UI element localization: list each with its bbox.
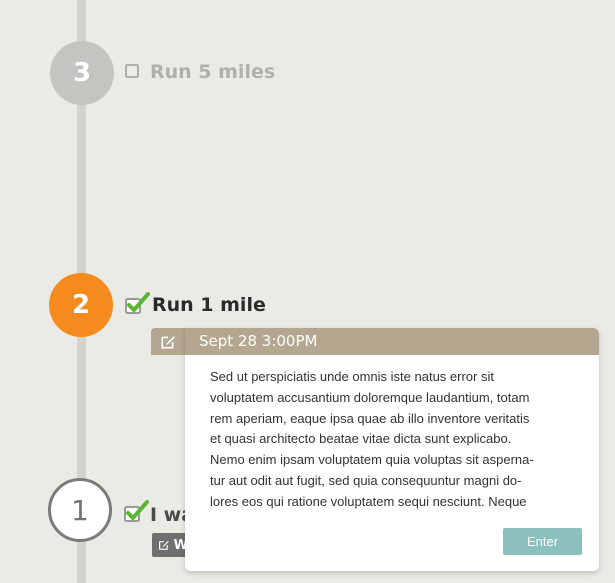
step-1-number: 1 — [71, 493, 89, 527]
edit-icon — [159, 540, 169, 550]
task-1-entry-tag[interactable]: W — [152, 533, 188, 557]
step-2-circle: 2 — [49, 273, 113, 337]
enter-button[interactable]: Enter — [503, 528, 582, 555]
entry-text-line: rem aperiam, eaque ipsa quae ab illo inv… — [210, 410, 530, 426]
task-3-label[interactable]: Run 5 miles — [150, 61, 275, 83]
edit-icon — [161, 335, 175, 349]
entry-text-line: tur aut odit aut fugit, sed quia consequ… — [210, 472, 522, 488]
task-2-checkbox[interactable] — [125, 291, 151, 315]
entry-text[interactable]: Sed ut perspiciatis unde omnis iste natu… — [210, 367, 582, 517]
step-2-number: 2 — [71, 290, 91, 320]
edit-entry-tab[interactable] — [151, 328, 185, 355]
check-icon — [124, 500, 149, 522]
task-1-checkbox[interactable] — [124, 499, 150, 523]
task-2-label[interactable]: Run 1 mile — [152, 294, 266, 316]
entry-text-line: Nemo enim ipsam voluptatem quia voluptas… — [210, 452, 534, 468]
popover-timestamp: Sept 28 3:00PM — [185, 328, 599, 355]
task-3-checkbox[interactable] — [125, 64, 139, 78]
step-1-circle: 1 — [48, 478, 112, 542]
step-3-circle: 3 — [50, 41, 114, 105]
entry-text-line: et quasi architecto beatae vitae dicta s… — [210, 431, 512, 447]
entry-text-line: voluptatem accusantium doloremque laudan… — [210, 389, 530, 405]
check-icon — [125, 292, 150, 314]
step-3-number: 3 — [72, 58, 92, 88]
entry-text-line: lores eos qui ratione voluptatem sequi n… — [210, 493, 527, 509]
entry-text-line: Sed ut perspiciatis unde omnis iste natu… — [210, 369, 494, 384]
entry-popover: Sept 28 3:00PM Sed ut perspiciatis unde … — [185, 328, 599, 571]
